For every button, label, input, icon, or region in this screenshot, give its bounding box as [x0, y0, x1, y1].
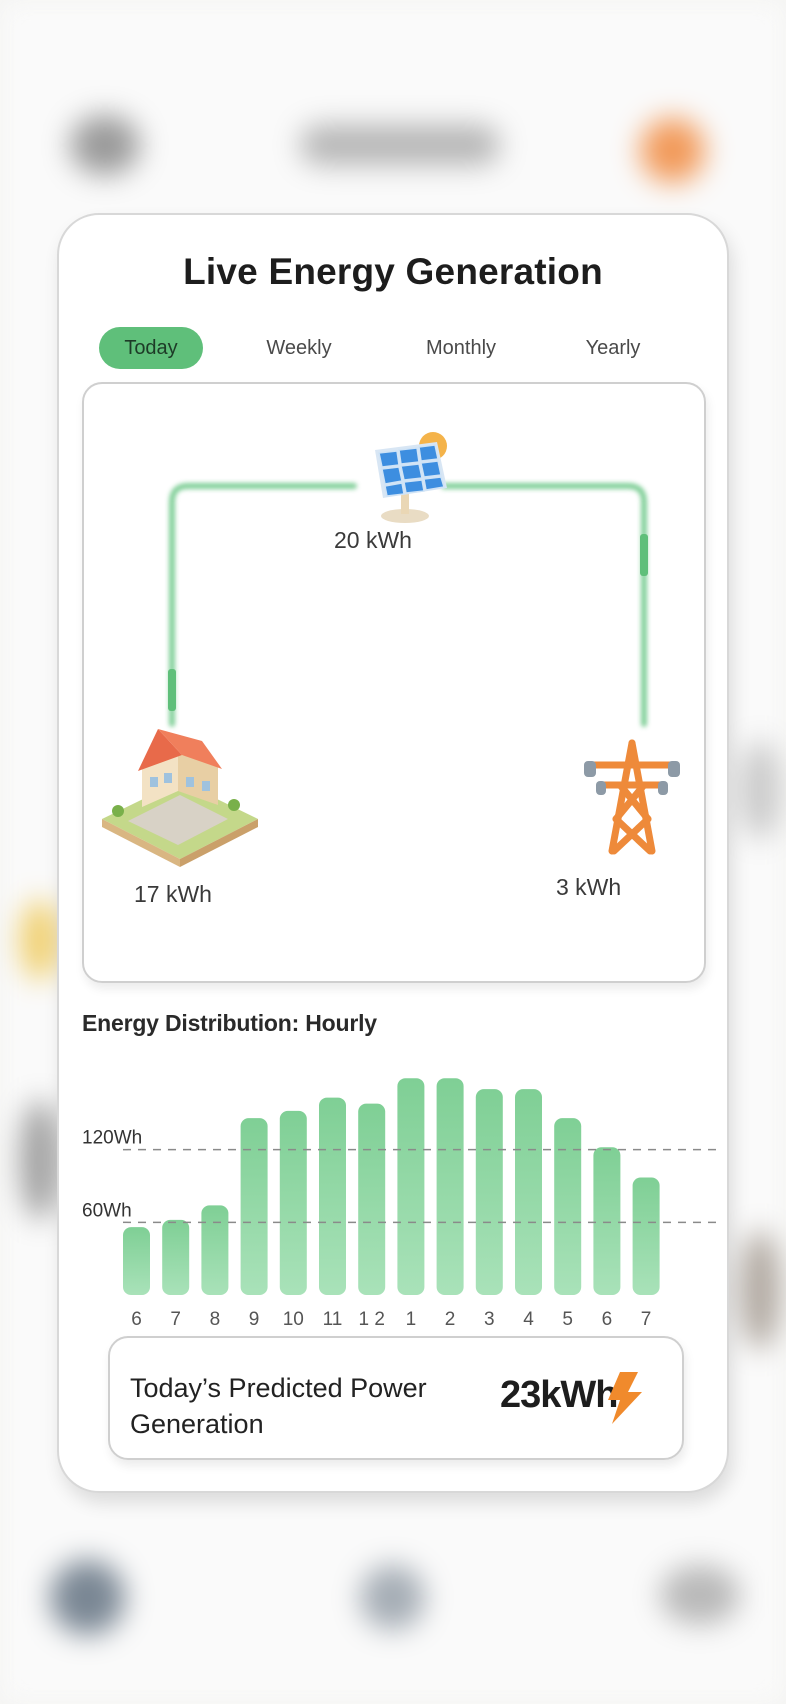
prediction-label: Today’s Predicted Power Generation [130, 1373, 427, 1439]
chart-x-label: 2 [445, 1309, 456, 1325]
chart-x-label: 10 [283, 1309, 304, 1325]
chart-bar [279, 1110, 307, 1295]
card-title: Live Energy Generation [183, 251, 603, 292]
hourly-bar-chart: 120Wh60Wh 6 7 8 9 10 11 1 21234567 [82, 1078, 719, 1325]
chart-bar [632, 1177, 660, 1295]
prediction-value: 23kWh [500, 1374, 618, 1416]
chart-x-label: 7 [170, 1309, 181, 1325]
chart-x-label: 6 [131, 1309, 142, 1325]
tab-yearly[interactable]: Yearly [557, 327, 669, 369]
chart-x-label: 4 [523, 1309, 534, 1325]
chart-y-label: 60Wh [82, 1200, 132, 1221]
tab-today[interactable]: Today [99, 327, 203, 369]
chart-bar [436, 1078, 464, 1295]
house-icon [102, 729, 258, 867]
chart-bar [319, 1097, 346, 1295]
energy-card: Live Energy Generation Today Weekly Mont… [57, 213, 729, 1493]
grid-export-value: 3 kWh [556, 874, 622, 900]
chart-bar [397, 1078, 425, 1295]
chart-bar [123, 1227, 150, 1295]
chart-x-label: 3 [484, 1309, 495, 1325]
chart-y-label: 120Wh [82, 1128, 142, 1149]
chart-x-label: 7 [641, 1309, 652, 1325]
tab-monthly[interactable]: Monthly [399, 327, 523, 369]
power-tower-icon [584, 739, 680, 855]
home-consumption-value: 17 kWh [134, 881, 212, 907]
chart-bar [554, 1118, 582, 1295]
prediction-panel: Today’s Predicted Power Generation 23kWh [108, 1336, 684, 1460]
tab-weekly[interactable]: Weekly [239, 327, 359, 369]
chart-x-label: 1 2 [358, 1309, 384, 1325]
chart-x-label: 5 [562, 1309, 573, 1325]
chart-x-label: 1 [406, 1309, 417, 1325]
chart-x-label: 8 [210, 1309, 221, 1325]
distribution-title: Energy Distribution: Hourly [82, 1010, 377, 1036]
period-tabs: Today Weekly Monthly Yearly [99, 327, 699, 369]
solar-panel-icon [375, 432, 447, 523]
lightning-bolt-icon [608, 1372, 642, 1424]
chart-x-label: 9 [249, 1309, 260, 1325]
chart-bar [358, 1103, 386, 1295]
solar-generation-value: 20 kWh [334, 527, 412, 553]
energy-flow-panel: 20 kWh 17 kWh 3 kWh [82, 382, 706, 983]
chart-x-label: 11 [323, 1309, 343, 1325]
chart-bar [201, 1205, 229, 1295]
chart-x-label: 6 [602, 1309, 613, 1325]
chart-bar [593, 1147, 621, 1295]
chart-bar [515, 1089, 542, 1295]
chart-bar [162, 1219, 190, 1295]
chart-bar [475, 1089, 503, 1295]
chart-bar [240, 1118, 268, 1295]
